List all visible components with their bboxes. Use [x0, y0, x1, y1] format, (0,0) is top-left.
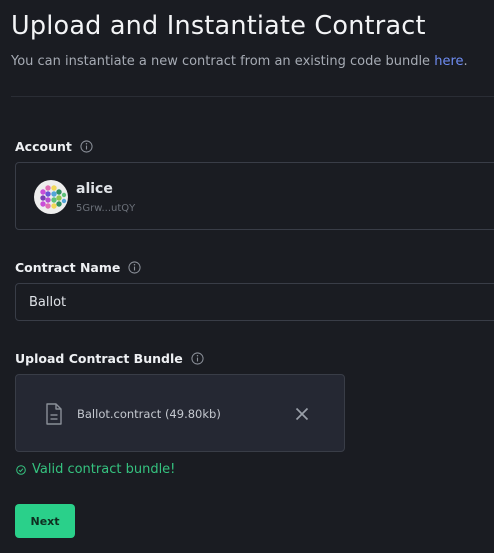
account-address: 5Grw...utQY: [76, 203, 136, 214]
close-icon[interactable]: [294, 406, 310, 422]
page-title: Upload and Instantiate Contract: [11, 11, 426, 41]
identicon-avatar: [34, 180, 68, 214]
header-divider: [11, 96, 494, 97]
account-label-text: Account: [15, 139, 72, 154]
next-button[interactable]: Next: [15, 504, 75, 538]
validation-text: Valid contract bundle!: [32, 462, 176, 477]
upload-bundle-label-text: Upload Contract Bundle: [15, 351, 183, 366]
contract-name-label-text: Contract Name: [15, 260, 121, 275]
contract-name-input[interactable]: Ballot: [15, 283, 494, 321]
instantiate-page: Upload and Instantiate Contract You can …: [0, 0, 494, 553]
check-circle-icon: [16, 464, 26, 475]
info-icon[interactable]: [80, 140, 93, 153]
info-icon[interactable]: [191, 352, 204, 365]
subtitle-suffix: .: [463, 54, 468, 69]
account-label: Account: [15, 139, 93, 154]
account-selector[interactable]: alice 5Grw...utQY: [15, 162, 494, 230]
account-name: alice: [76, 181, 113, 197]
page-subtitle: You can instantiate a new contract from …: [11, 54, 468, 69]
here-link[interactable]: here: [434, 54, 463, 69]
validation-message: Valid contract bundle!: [16, 462, 175, 477]
document-icon: [46, 403, 62, 425]
upload-dropzone[interactable]: Ballot.contract (49.80kb): [15, 374, 345, 452]
info-icon[interactable]: [128, 261, 141, 274]
contract-name-label: Contract Name: [15, 260, 141, 275]
subtitle-text: You can instantiate a new contract from …: [11, 54, 431, 69]
file-name: Ballot.contract (49.80kb): [77, 407, 221, 421]
upload-bundle-label: Upload Contract Bundle: [15, 351, 204, 366]
